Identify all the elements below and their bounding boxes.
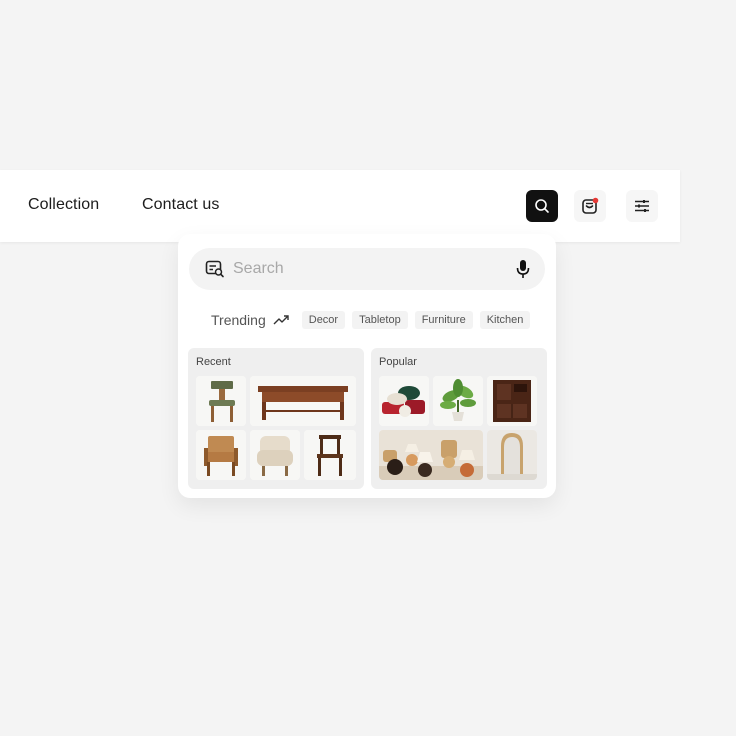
nav-link-contact-us[interactable]: Contact us xyxy=(142,196,219,214)
search-button[interactable] xyxy=(526,190,558,222)
search-bar xyxy=(189,248,545,290)
shopping-bag-icon xyxy=(582,197,599,214)
filter-sliders-icon xyxy=(635,200,649,212)
wooden-dining-chair-thumbnail[interactable] xyxy=(304,430,356,480)
pillows-thumbnail[interactable] xyxy=(379,376,429,426)
cart-button[interactable] xyxy=(574,190,606,222)
trending-label: Trending xyxy=(211,312,266,328)
chip-decor[interactable]: Decor xyxy=(301,311,346,329)
nav-link-collection[interactable]: Collection xyxy=(28,196,99,214)
filter-button[interactable] xyxy=(626,190,658,222)
top-navbar: Collection Contact us xyxy=(0,170,680,242)
green-chair-thumbnail[interactable] xyxy=(196,376,246,426)
popular-title: Popular xyxy=(379,356,417,368)
search-dropdown: Trending Decor Tabletop Furniture Kitche… xyxy=(178,234,556,498)
table-lamps-thumbnail[interactable] xyxy=(379,430,483,480)
dark-cabinet-thumbnail[interactable] xyxy=(487,376,537,426)
recent-title: Recent xyxy=(196,356,231,368)
rattan-armchair-thumbnail[interactable] xyxy=(196,430,246,480)
chip-tabletop[interactable]: Tabletop xyxy=(352,311,408,329)
chip-furniture[interactable]: Furniture xyxy=(414,311,473,329)
microphone-icon[interactable] xyxy=(516,259,530,279)
recent-panel: Recent xyxy=(188,348,364,489)
boucle-armchair-thumbnail[interactable] xyxy=(250,430,300,480)
search-input[interactable] xyxy=(233,258,503,280)
search-icon xyxy=(535,199,549,213)
arched-mirror-thumbnail[interactable] xyxy=(487,430,537,480)
wooden-coffee-table-thumbnail[interactable] xyxy=(250,376,356,426)
popular-panel: Popular xyxy=(371,348,547,489)
image-search-icon[interactable] xyxy=(205,260,225,278)
trend-up-icon xyxy=(273,315,289,325)
chip-kitchen[interactable]: Kitchen xyxy=(479,311,531,329)
potted-plant-thumbnail[interactable] xyxy=(433,376,483,426)
trending-row: Trending Decor Tabletop Furniture Kitche… xyxy=(211,310,537,330)
notification-dot xyxy=(592,197,599,204)
